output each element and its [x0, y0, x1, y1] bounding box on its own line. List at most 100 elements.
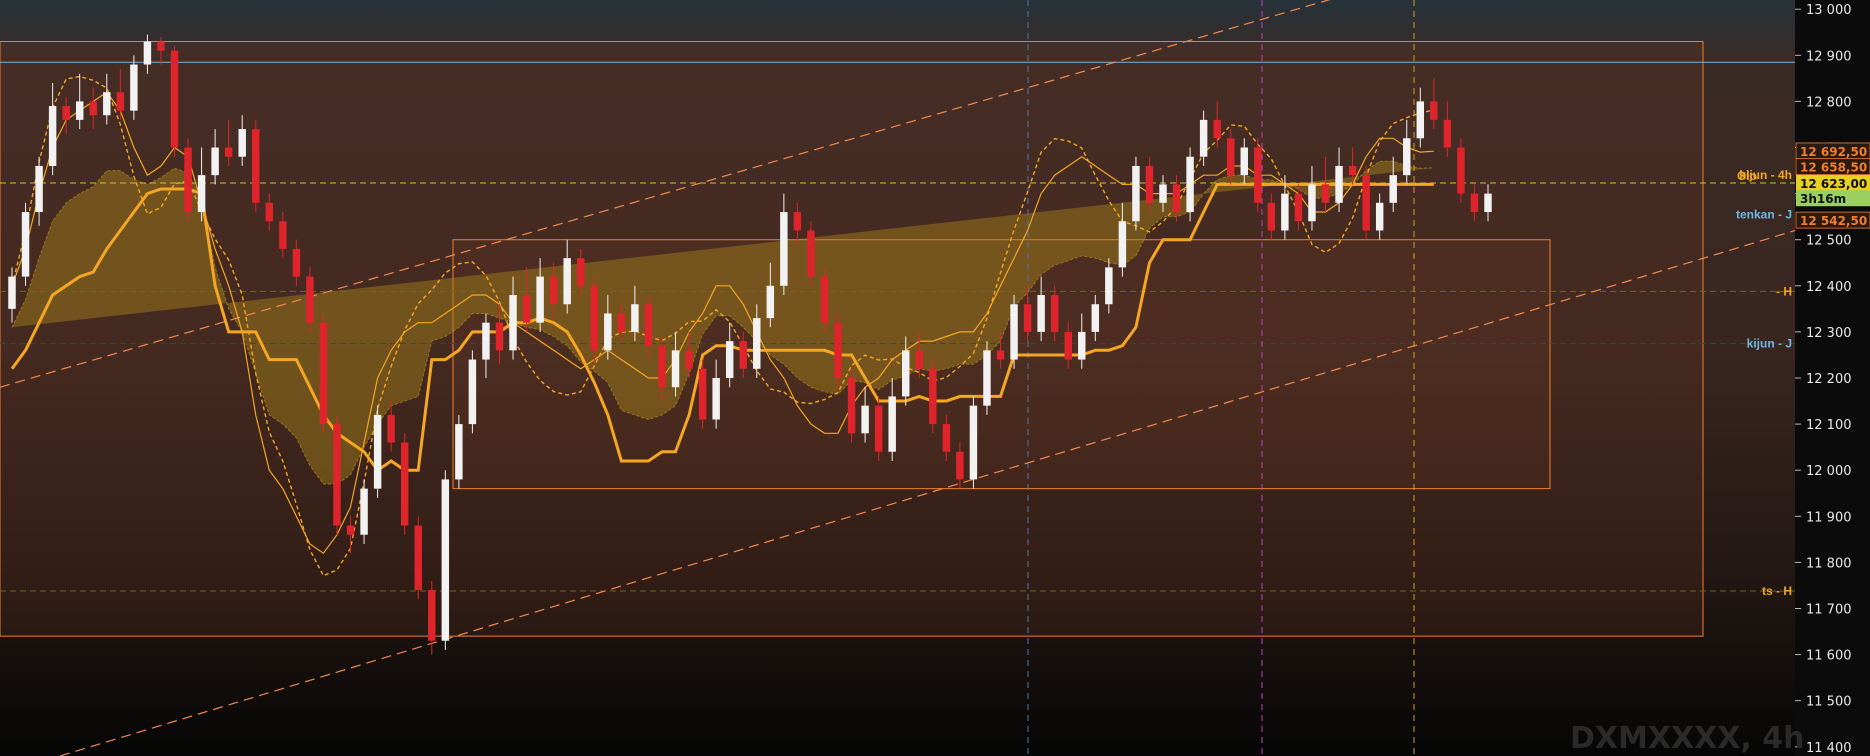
candle-body-67 [915, 350, 923, 369]
candle-body-93 [1267, 202, 1276, 231]
indicator-label-2: tenkan - J [1736, 207, 1792, 221]
candle-body-52 [712, 378, 720, 420]
y-tick-label-13: 11 700 [1806, 602, 1852, 617]
candle-body-64 [874, 405, 883, 452]
candle-body-82 [1118, 221, 1127, 268]
candle-body-76 [1037, 295, 1045, 332]
candle-body-36 [495, 322, 504, 351]
indicator-label-3: - H [1776, 284, 1792, 298]
candle-body-31 [428, 590, 436, 641]
y-tick-label-10: 12 000 [1806, 464, 1852, 479]
candle-body-33 [455, 424, 463, 480]
candle-body-80 [1091, 304, 1100, 332]
y-tick-label-9: 12 100 [1806, 418, 1852, 433]
candle-body-2 [35, 165, 43, 213]
candle-body-55 [753, 318, 761, 369]
candle-body-77 [1050, 295, 1059, 332]
candle-body-28 [387, 414, 395, 443]
candle-body-103 [1403, 138, 1411, 176]
candle-body-56 [766, 285, 775, 319]
candle-body-42 [577, 258, 585, 286]
candle-body-46 [631, 304, 639, 332]
candle-body-25 [346, 525, 355, 535]
candle-body-8 [116, 92, 125, 111]
candle-body-1 [21, 212, 30, 277]
candle-body-43 [590, 285, 598, 351]
candle-body-72 [983, 350, 991, 406]
candle-body-61 [834, 322, 842, 378]
candle-body-23 [319, 322, 328, 425]
candle-body-22 [306, 276, 314, 323]
candle-body-106 [1443, 119, 1452, 148]
candle-body-3 [48, 106, 57, 166]
y-tick-label-14: 11 600 [1806, 649, 1852, 664]
candle-body-83 [1132, 165, 1140, 222]
y-tick-label-2: 12 800 [1806, 95, 1852, 110]
candle-body-101 [1375, 202, 1384, 231]
candle-body-5 [75, 101, 84, 120]
y-tick-label-0: 13 000 [1806, 3, 1852, 18]
price-chart[interactable]: 13 00012 90012 80012 70012 60012 50012 4… [0, 0, 1870, 756]
candle-body-47 [644, 304, 653, 346]
candle-body-12 [170, 50, 179, 148]
candle-body-50 [685, 350, 693, 369]
candle-body-21 [292, 248, 301, 277]
candle-body-74 [1010, 304, 1018, 360]
candle-body-102 [1389, 175, 1397, 203]
candle-body-90 [1226, 138, 1235, 176]
price-label-0: 12 692,50 [1800, 145, 1867, 159]
candle-body-104 [1416, 101, 1425, 139]
candle-body-41 [563, 258, 571, 305]
candle-body-87 [1186, 156, 1194, 213]
candle-body-51 [698, 368, 707, 420]
y-tick-label-5: 12 500 [1806, 234, 1852, 249]
candle-body-75 [1023, 304, 1032, 332]
candle-body-38 [522, 295, 531, 323]
candle-body-68 [929, 368, 937, 425]
candle-body-44 [604, 313, 612, 351]
y-tick-label-6: 12 400 [1806, 280, 1852, 295]
candle-body-94 [1281, 193, 1289, 231]
candle-body-10 [143, 41, 152, 65]
candle-body-0 [8, 276, 16, 309]
y-tick-label-7: 12 300 [1806, 326, 1852, 341]
candle-body-14 [197, 175, 206, 213]
price-label-1: 12 658,50 [1800, 161, 1867, 175]
candle-body-6 [89, 101, 97, 116]
candle-body-71 [969, 405, 978, 480]
candle-body-29 [400, 442, 409, 526]
candle-body-109 [1484, 193, 1492, 213]
candle-body-9 [130, 64, 138, 111]
y-tick-label-15: 11 500 [1806, 695, 1852, 710]
candle-body-85 [1159, 184, 1167, 203]
candle-body-49 [671, 350, 680, 388]
candle-body-53 [725, 341, 734, 378]
candle-body-63 [861, 405, 869, 434]
candle-body-24 [333, 424, 341, 526]
candle-body-97 [1321, 184, 1330, 203]
candle-body-91 [1240, 147, 1248, 176]
candle-body-70 [956, 451, 964, 480]
candle-body-45 [617, 313, 626, 332]
candle-body-107 [1457, 147, 1465, 194]
candle-body-59 [807, 230, 815, 277]
candle-body-37 [509, 295, 517, 351]
candle-body-96 [1308, 184, 1316, 222]
candle-body-34 [468, 359, 477, 425]
candle-body-79 [1078, 331, 1086, 360]
candle-body-89 [1213, 119, 1221, 139]
candle-body-17 [238, 129, 246, 157]
candle-body-35 [482, 322, 490, 360]
y-tick-label-11: 11 900 [1806, 510, 1852, 525]
candle-body-105 [1430, 101, 1438, 120]
candle-body-26 [360, 488, 368, 535]
candle-body-84 [1145, 165, 1154, 203]
chart-root: 13 00012 90012 80012 70012 60012 50012 4… [0, 0, 1870, 756]
candle-body-100 [1362, 175, 1370, 231]
price-label-4: 12 542,50 [1800, 214, 1867, 228]
y-tick-label-1: 12 900 [1806, 49, 1852, 64]
watermark: DXMXXXX, 4h [1570, 721, 1804, 756]
candle-body-66 [902, 350, 910, 397]
candle-body-4 [62, 106, 70, 120]
candle-body-81 [1105, 267, 1113, 305]
